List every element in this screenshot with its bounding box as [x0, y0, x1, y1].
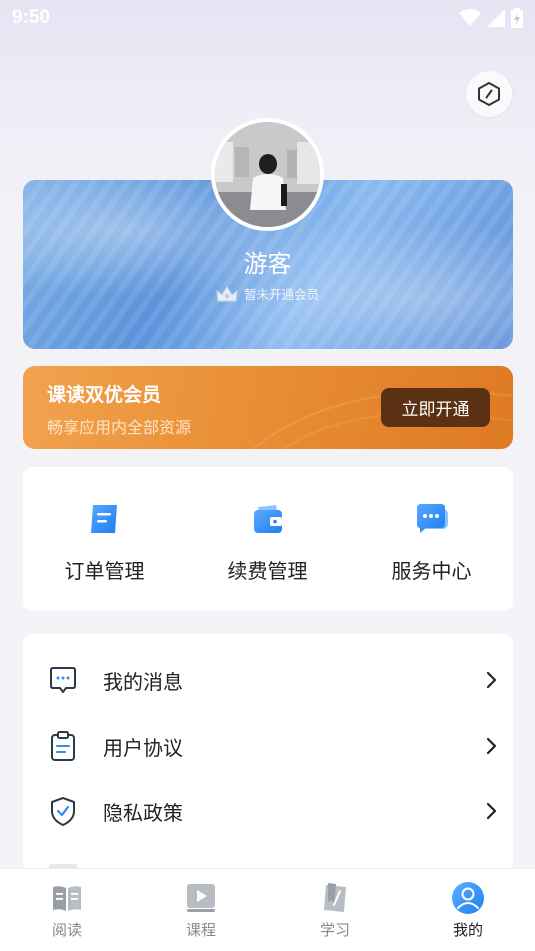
chevron-right-icon [486, 671, 497, 689]
membership-status: 暂未开通会员 [0, 284, 535, 303]
menu-item-label: 隐私政策 [103, 800, 183, 825]
quick-actions-card: 订单管理 续费管理 服务中心 [23, 467, 513, 611]
chevron-right-icon [486, 802, 497, 820]
order-icon [90, 505, 117, 533]
notebook-icon [324, 883, 346, 912]
signal-icon [487, 9, 505, 27]
quick-action-renewal[interactable]: 续费管理 [186, 467, 349, 611]
menu-item-label: 用户协议 [103, 735, 183, 760]
vip-title: 课读双优会员 [47, 384, 162, 406]
activate-vip-button[interactable]: 立即开通 [381, 388, 490, 427]
tab-course[interactable]: 课程 [134, 869, 268, 951]
quick-action-service[interactable]: 服务中心 [350, 467, 513, 611]
message-icon [50, 667, 76, 693]
wifi-icon [459, 9, 481, 26]
user-icon [452, 882, 484, 914]
vip-subtitle: 畅享应用内全部资源 [47, 418, 192, 437]
username: 游客 [243, 250, 292, 278]
menu-item-user-agreement[interactable]: 用户协议 [23, 713, 513, 779]
membership-status-text: 暂未开通会员 [243, 287, 319, 302]
quick-action-label: 订单管理 [64, 559, 145, 583]
menu-item-messages[interactable]: 我的消息 [23, 647, 513, 713]
settings-hex-icon [478, 82, 500, 106]
tab-read[interactable]: 阅读 [0, 869, 134, 951]
chevron-right-icon [486, 737, 497, 755]
battery-icon [511, 8, 523, 28]
status-icons [459, 8, 523, 28]
tab-study[interactable]: 学习 [268, 869, 402, 951]
wallet-icon [253, 505, 282, 533]
quick-action-label: 续费管理 [227, 559, 308, 583]
menu-item-label: 我的消息 [103, 669, 183, 694]
quick-action-label: 服务中心 [391, 559, 472, 583]
menu-card: 我的消息 用户协议 隐私政策 [23, 634, 513, 874]
bottom-tab-bar: 阅读 课程 学习 我的 [0, 868, 535, 951]
avatar-photo [215, 122, 320, 227]
video-play-icon [187, 884, 215, 912]
status-time: 9:50 [12, 7, 51, 28]
chat-bubble-icon [416, 504, 448, 533]
clipboard-icon [51, 731, 75, 761]
book-icon [53, 886, 81, 911]
menu-item-privacy-policy[interactable]: 隐私政策 [23, 778, 513, 844]
settings-button[interactable] [466, 71, 512, 117]
tab-mine[interactable]: 我的 [401, 869, 535, 951]
tab-label: 学习 [319, 921, 350, 939]
shield-check-icon [51, 797, 75, 826]
crown-icon [216, 285, 238, 301]
tab-label: 课程 [185, 921, 216, 939]
vip-banner[interactable]: 课读双优会员 畅享应用内全部资源 立即开通 [23, 366, 513, 449]
tab-label: 我的 [452, 921, 483, 939]
tab-label: 阅读 [51, 921, 82, 939]
avatar[interactable] [211, 118, 324, 231]
status-bar: 9:50 [0, 0, 535, 36]
quick-action-orders[interactable]: 订单管理 [23, 467, 186, 611]
